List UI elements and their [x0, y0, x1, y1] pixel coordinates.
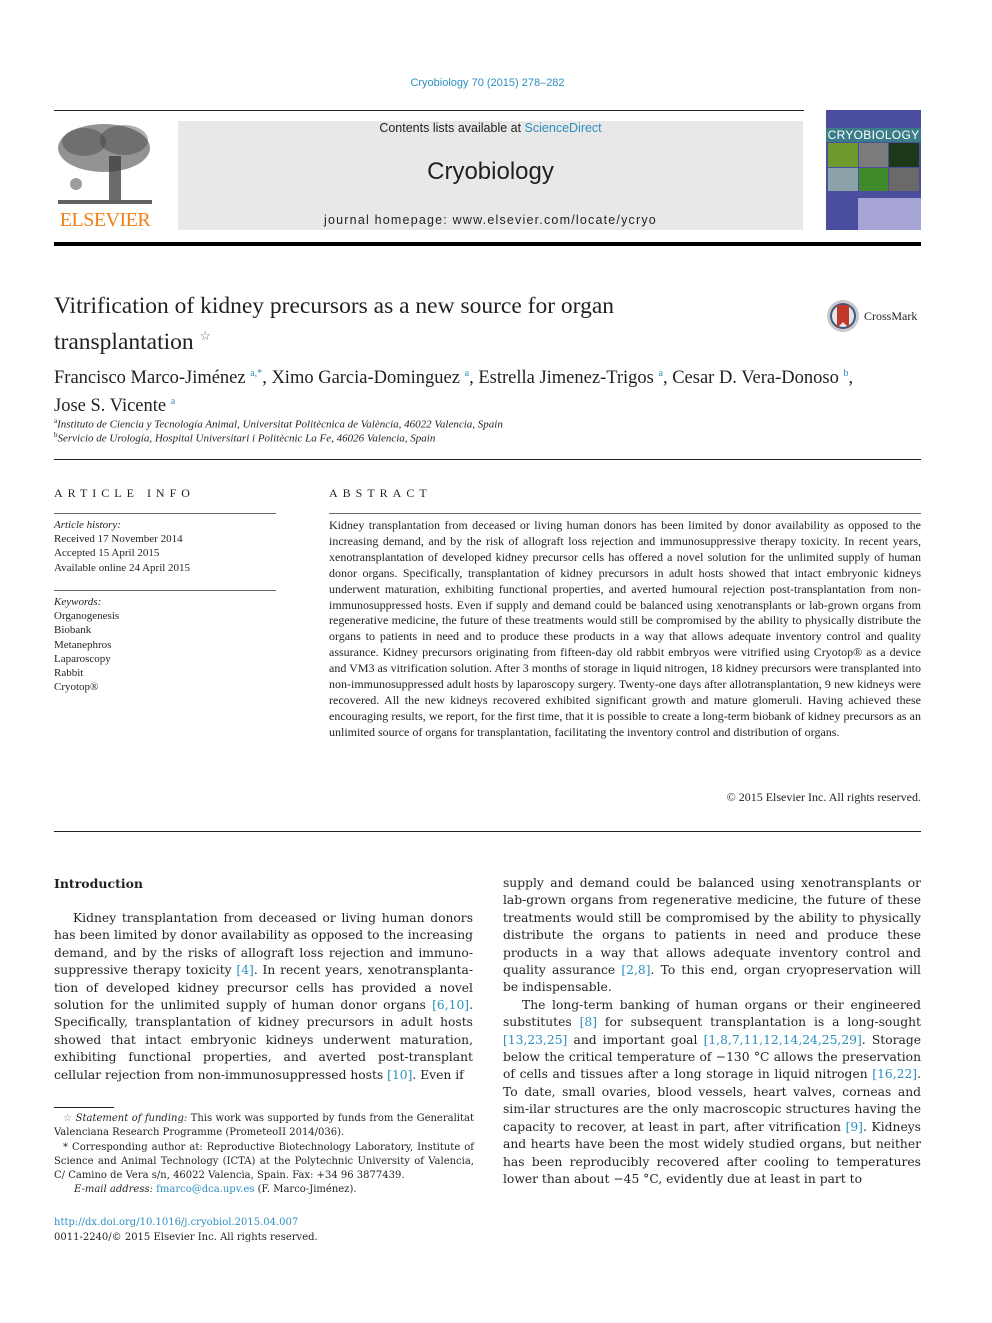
citation-link[interactable]: [16,22]	[872, 1067, 917, 1081]
header-thick-rule	[54, 242, 921, 246]
intro-paragraph-1-cont: supply and demand could be balanced usin…	[503, 876, 921, 995]
intro-paragraph-2: The long-term banking of human organs or…	[503, 997, 921, 1186]
keyword: Biobank	[54, 624, 92, 637]
author-list: Francisco Marco-Jiménez a,*, Ximo Garcia…	[54, 362, 924, 418]
abstract-copyright: © 2015 Elsevier Inc. All rights reserved…	[726, 790, 921, 804]
doi-link[interactable]: http://dx.doi.org/10.1016/j.cryobiol.201…	[54, 1217, 298, 1228]
article-history: Article history: Received 17 November 20…	[54, 519, 191, 574]
abstract-heading: ABSTRACT	[329, 486, 432, 500]
body-right-column: supply and demand could be balanced usin…	[503, 875, 921, 1188]
keyword: Organogenesis	[54, 610, 120, 623]
keywords-list: Keywords: Organogenesis Biobank Metaneph…	[54, 596, 120, 694]
body-left-column: Kidney transplantation from deceased or …	[54, 910, 473, 1084]
affiliation-a: aInstituto de Ciencia y Tecnología Anima…	[54, 417, 503, 431]
crossmark-icon	[827, 300, 859, 332]
author-affiliation-link[interactable]: a	[171, 396, 175, 407]
journal-cover-thumbnail[interactable]: CRYOBIOLOGY	[826, 110, 921, 230]
affiliation-b: bServicio de Urología, Hospital Universi…	[54, 431, 436, 445]
corresponding-footnote: * Corresponding author at: Reproductive …	[54, 1141, 474, 1182]
abstract-bottom-rule	[54, 831, 921, 832]
author-affiliation-link[interactable]: a,*	[250, 368, 262, 379]
crossmark-label: CrossMark	[864, 309, 918, 323]
sciencedirect-link[interactable]: ScienceDirect	[525, 121, 602, 135]
keyword: Metanephros	[54, 638, 112, 651]
keyword: Cryotop®	[54, 681, 99, 694]
citation-link[interactable]: [2,8]	[621, 963, 650, 977]
elsevier-logo[interactable]: ELSEVIER	[54, 120, 156, 232]
citation-link[interactable]: [13,23,25]	[503, 1033, 567, 1047]
header-rule	[54, 110, 804, 111]
author: Jose S. Vicente a	[54, 396, 176, 417]
journal-banner: Contents lists available at ScienceDirec…	[178, 121, 803, 230]
journal-homepage-link[interactable]: www.elsevier.com/locate/ycryo	[453, 213, 657, 227]
citation-link[interactable]: [4]	[236, 963, 253, 977]
section-divider	[54, 459, 921, 460]
funding-footnote: ☆ Statement of funding: This work was su…	[54, 1113, 474, 1139]
email-footnote: E-mail address: fmarco@dca.upv.es (F. Ma…	[74, 1184, 357, 1196]
author-email-link[interactable]: fmarco@dca.upv.es	[156, 1184, 254, 1195]
citation-link[interactable]: [6,10]	[432, 998, 469, 1012]
cover-image-grid	[828, 143, 919, 191]
history-accepted: Accepted 15 April 2015	[54, 547, 160, 560]
cover-title: CRYOBIOLOGY	[826, 128, 921, 142]
article-info-rule	[54, 513, 276, 514]
intro-paragraph-1: Kidney transplantation from deceased or …	[54, 911, 473, 1082]
author: Cesar D. Vera-Donoso b,	[672, 368, 854, 389]
elsevier-wordmark: ELSEVIER	[59, 209, 151, 231]
journal-citation-link[interactable]: Cryobiology 70 (2015) 278–282	[0, 77, 975, 89]
citation-link[interactable]: [1,8,7,11,12,14,24,25,29]	[704, 1033, 862, 1047]
cover-lower-panel	[858, 198, 921, 230]
issn-line: 0011-2240/© 2015 Elsevier Inc. All right…	[54, 1231, 318, 1243]
citation-link[interactable]: [9]	[846, 1120, 863, 1134]
citation-link[interactable]: [8]	[580, 1015, 597, 1029]
footnote-rule	[54, 1107, 114, 1108]
crossmark-badge[interactable]: CrossMark	[826, 298, 926, 334]
journal-homepage-line: journal homepage: www.elsevier.com/locat…	[324, 213, 657, 227]
abstract-rule	[329, 513, 921, 514]
title-footnote-star[interactable]: ☆	[200, 328, 212, 343]
abstract-text: Kidney transplantation from deceased or …	[329, 518, 921, 739]
author: Estrella Jimenez-Trigos a,	[478, 368, 673, 389]
history-online: Available online 24 April 2015	[54, 561, 191, 574]
author: Francisco Marco-Jiménez a,*,	[54, 368, 272, 389]
keyword: Laparoscopy	[54, 652, 111, 665]
introduction-heading: Introduction	[54, 876, 144, 891]
contents-available-line: Contents lists available at ScienceDirec…	[379, 121, 602, 135]
journal-title: Cryobiology	[427, 158, 554, 185]
doi-block: http://dx.doi.org/10.1016/j.cryobiol.201…	[54, 1216, 318, 1245]
footnotes: ☆ Statement of funding: This work was su…	[54, 1112, 474, 1198]
elsevier-tree-icon	[58, 124, 152, 204]
keyword: Rabbit	[54, 667, 84, 680]
author: Ximo Garcia-Dominguez a,	[271, 368, 479, 389]
keywords-rule	[54, 590, 276, 591]
article-title: Vitrification of kidney precursors as a …	[54, 293, 615, 355]
article-info-heading: ARTICLE INFO	[54, 486, 195, 500]
citation-link[interactable]: [10]	[387, 1068, 412, 1082]
history-received: Received 17 November 2014	[54, 533, 183, 546]
